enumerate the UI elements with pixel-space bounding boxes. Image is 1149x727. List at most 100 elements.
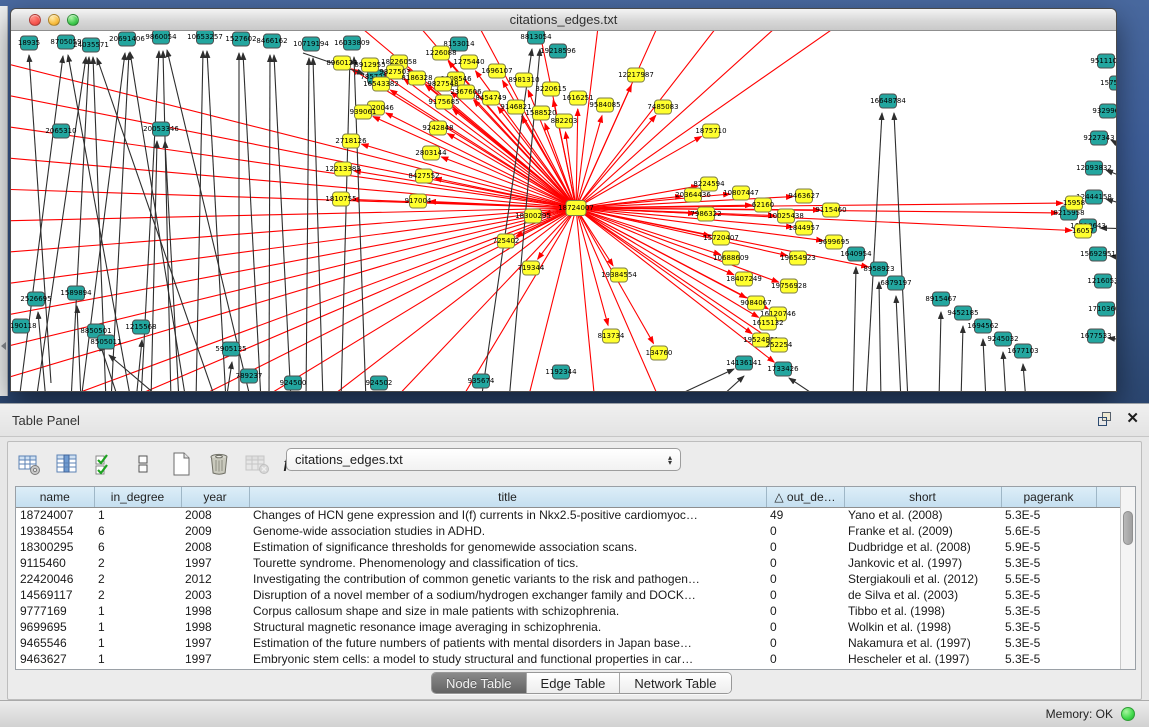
table-row[interactable]: 969969511998Structural magnetic resonanc…: [16, 619, 1120, 635]
network-node[interactable]: 1677103: [1007, 344, 1038, 358]
network-node[interactable]: 15692951: [1080, 247, 1116, 261]
show-column-icon[interactable]: [54, 451, 80, 477]
table-row[interactable]: 1872400712008Changes of HCN gene express…: [16, 507, 1120, 523]
table-cell[interactable]: [1096, 507, 1120, 523]
table-cell[interactable]: 1998: [181, 619, 249, 635]
table-cell[interactable]: 5.3E-5: [1001, 635, 1096, 651]
network-node[interactable]: 9860054: [145, 31, 177, 44]
table-cell[interactable]: Stergiakouli et al. (2012): [844, 571, 1001, 587]
network-node[interactable]: 1615132: [752, 316, 783, 330]
network-node[interactable]: 1215568: [125, 320, 156, 334]
network-node[interactable]: 8813054: [520, 31, 552, 44]
network-node[interactable]: 1226088: [425, 46, 456, 60]
network-node[interactable]: 8960123: [326, 56, 357, 70]
table-cell[interactable]: Estimation of significance thresholds fo…: [249, 539, 766, 555]
network-node[interactable]: 8915467: [925, 292, 956, 306]
table-cell[interactable]: 1998: [181, 603, 249, 619]
table-cell[interactable]: Corpus callosum shape and size in male p…: [249, 603, 766, 619]
table-cell[interactable]: 1: [94, 635, 181, 651]
table-row[interactable]: 2242004622012Investigating the contribut…: [16, 571, 1120, 587]
tab-network-table[interactable]: Network Table: [620, 673, 730, 693]
row-height-icon[interactable]: [130, 451, 156, 477]
table-cell[interactable]: 9699695: [16, 619, 94, 635]
network-node[interactable]: 15720407: [703, 231, 739, 245]
network-node[interactable]: 1589894: [60, 286, 92, 300]
network-node[interactable]: 12213383: [325, 162, 361, 176]
table-cell[interactable]: Dudbridge et al. (2008): [844, 539, 1001, 555]
network-node[interactable]: 1216053: [1087, 274, 1116, 288]
table-row[interactable]: 1830029562008Estimation of significance …: [16, 539, 1120, 555]
network-node[interactable]: 1192344: [545, 365, 577, 379]
network-node[interactable]: 252254: [766, 338, 793, 352]
scrollbar-thumb[interactable]: [1123, 511, 1133, 545]
table-cell[interactable]: 5.5E-5: [1001, 571, 1096, 587]
table-cell[interactable]: Wolkin et al. (1998): [844, 619, 1001, 635]
panel-collapse-arrow-icon[interactable]: [1, 342, 6, 350]
table-row[interactable]: 977716911998Corpus callosum shape and si…: [16, 603, 1120, 619]
network-node[interactable]: 1275440: [453, 55, 484, 69]
table-select-dropdown[interactable]: citations_edges.txt ▴▾: [286, 448, 681, 471]
column-header-out_de[interactable]: △ out_de…: [766, 487, 844, 507]
column-header-in_degree[interactable]: in_degree: [94, 487, 181, 507]
network-node[interactable]: 17103603: [1088, 302, 1116, 316]
network-node[interactable]: 20053346: [143, 122, 179, 136]
table-row[interactable]: 911546021997Tourette syndrome. Phenomeno…: [16, 555, 1120, 571]
table-cell[interactable]: 0: [766, 603, 844, 619]
network-node[interactable]: 10719194: [293, 37, 329, 51]
table-cell[interactable]: 6: [94, 523, 181, 539]
table-cell[interactable]: Structural magnetic resonance image aver…: [249, 619, 766, 635]
network-node[interactable]: 15751074: [1100, 76, 1116, 90]
table-cell[interactable]: 2: [94, 555, 181, 571]
network-node[interactable]: 19654923: [780, 251, 816, 265]
network-node[interactable]: 1810755: [325, 192, 356, 206]
table-cell[interactable]: 0: [766, 555, 844, 571]
network-node[interactable]: 9452185: [947, 306, 978, 320]
network-node[interactable]: 9242848: [422, 121, 453, 135]
table-row[interactable]: 1456911722003Disruption of a novel membe…: [16, 587, 1120, 603]
network-node[interactable]: 15958: [1063, 196, 1085, 210]
table-cell[interactable]: 0: [766, 619, 844, 635]
table-cell[interactable]: Franke et al. (2009): [844, 523, 1001, 539]
network-node[interactable]: 16543382: [363, 77, 399, 91]
table-cell[interactable]: Disruption of a novel member of a sodium…: [249, 587, 766, 603]
table-cell[interactable]: 0: [766, 571, 844, 587]
network-node[interactable]: 789237: [236, 369, 263, 383]
table-row[interactable]: 1938455462009Genome-wide association stu…: [16, 523, 1120, 539]
network-node[interactable]: 9463627: [788, 189, 819, 203]
network-node[interactable]: 134760: [646, 346, 673, 360]
table-cell[interactable]: 18300295: [16, 539, 94, 555]
table-cell[interactable]: 1: [94, 651, 181, 667]
vertical-scrollbar[interactable]: [1120, 487, 1135, 669]
table-cell[interactable]: 0: [766, 635, 844, 651]
table-cell[interactable]: de Silva et al. (2003): [844, 587, 1001, 603]
table-cell[interactable]: 1997: [181, 555, 249, 571]
table-cell[interactable]: 2008: [181, 539, 249, 555]
column-header-title[interactable]: title: [249, 487, 766, 507]
network-node[interactable]: 10653257: [187, 31, 223, 44]
network-node[interactable]: 18935: [18, 36, 40, 50]
network-node[interactable]: 1733426: [767, 362, 799, 376]
network-node[interactable]: 1640954: [840, 247, 872, 261]
table-cell[interactable]: 1: [94, 603, 181, 619]
table-cell[interactable]: 5.3E-5: [1001, 619, 1096, 635]
network-node[interactable]: 719344: [518, 261, 545, 275]
table-cell[interactable]: 22420046: [16, 571, 94, 587]
network-node[interactable]: 1694562: [967, 319, 998, 333]
table-cell[interactable]: 5.3E-5: [1001, 587, 1096, 603]
network-node[interactable]: 12093832: [1076, 161, 1112, 175]
table-cell[interactable]: 2008: [181, 507, 249, 523]
close-panel-icon[interactable]: ✕: [1126, 411, 1139, 427]
table-cell[interactable]: 5.3E-5: [1001, 555, 1096, 571]
table-cell[interactable]: [1096, 587, 1120, 603]
network-node[interactable]: 1677533: [1080, 329, 1111, 343]
table-cell[interactable]: Yano et al. (2008): [844, 507, 1001, 523]
table-row[interactable]: 946362711997Embryonic stem cells: a mode…: [16, 651, 1120, 667]
node-table[interactable]: namein_degreeyeartitle△ out_de…shortpage…: [16, 487, 1121, 667]
table-cell[interactable]: 9463627: [16, 651, 94, 667]
table-cell[interactable]: 5.6E-5: [1001, 523, 1096, 539]
network-node[interactable]: 16033809: [334, 36, 370, 50]
table-cell[interactable]: [1096, 635, 1120, 651]
table-cell[interactable]: 9115460: [16, 555, 94, 571]
table-cell[interactable]: Tourette syndrome. Phenomenology and cla…: [249, 555, 766, 571]
network-node[interactable]: 16057: [1072, 224, 1094, 238]
